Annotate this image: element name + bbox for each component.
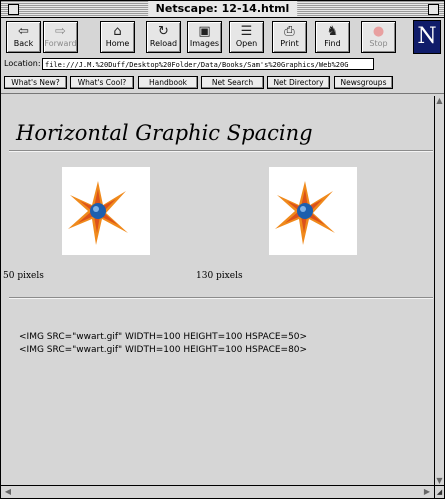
- scroll-up-arrow-icon[interactable]: ▲: [435, 96, 444, 105]
- zoom-box[interactable]: [428, 4, 439, 15]
- horizontal-scrollbar[interactable]: ◀ ▶: [1, 485, 434, 498]
- title-bar[interactable]: Netscape: 12-14.html: [1, 1, 444, 18]
- back-arrow-icon: ⇦: [18, 24, 29, 39]
- net-directory-button[interactable]: Net Directory: [267, 76, 330, 89]
- location-bar: Location: file:///J.M.%20Duff/Desktop%20…: [1, 57, 444, 73]
- star-burst-image: [275, 181, 335, 245]
- scroll-down-arrow-icon[interactable]: ▼: [435, 476, 444, 485]
- reload-icon: ↻: [158, 24, 169, 39]
- find-label: Find: [324, 39, 341, 48]
- handbook-button[interactable]: Handbook: [138, 76, 198, 89]
- home-button[interactable]: ⌂ Home: [100, 21, 135, 53]
- page-heading: Horizontal Graphic Spacing: [16, 121, 313, 145]
- location-label: Location:: [4, 59, 41, 68]
- images-button[interactable]: ▣ Images: [187, 21, 222, 53]
- forward-button[interactable]: ⇨ Forward: [43, 21, 78, 53]
- stop-button[interactable]: ● Stop: [361, 21, 396, 53]
- code-line-2: <IMG SRC="wwart.gif" WIDTH=100 HEIGHT=10…: [19, 345, 308, 355]
- location-field[interactable]: file:///J.M.%20Duff/Desktop%20Folder/Dat…: [42, 58, 374, 70]
- close-box[interactable]: [8, 4, 19, 15]
- resize-grow-box[interactable]: ◢: [434, 485, 444, 498]
- horizontal-rule-bottom: [9, 297, 433, 299]
- horizontal-rule-top: [9, 150, 433, 152]
- stop-label: Stop: [369, 39, 388, 48]
- forward-arrow-icon: ⇨: [55, 24, 66, 39]
- home-label: Home: [105, 39, 130, 48]
- vertical-scrollbar[interactable]: ▲ ▼: [434, 96, 444, 485]
- net-search-button[interactable]: Net Search: [201, 76, 264, 89]
- star-graphic-right: [269, 167, 357, 255]
- print-icon: ⎙: [284, 24, 295, 39]
- newsgroups-button[interactable]: Newsgroups: [334, 76, 393, 89]
- back-button[interactable]: ⇦ Back: [6, 21, 41, 53]
- whats-new-button[interactable]: What's New?: [4, 76, 67, 89]
- open-button[interactable]: ☰ Open: [229, 21, 264, 53]
- scroll-left-arrow-icon[interactable]: ◀: [3, 486, 13, 498]
- star-graphic-left: [62, 167, 150, 255]
- images-icon: ▣: [198, 24, 211, 39]
- netscape-logo[interactable]: N: [413, 20, 441, 54]
- browser-window: Netscape: 12-14.html ⇦ Back ⇨ Forward ⌂ …: [0, 0, 445, 499]
- star-burst-image: [68, 181, 128, 245]
- back-label: Back: [13, 39, 34, 48]
- caption-50-pixels: 50 pixels: [3, 271, 44, 281]
- images-label: Images: [189, 39, 220, 48]
- window-title: Netscape: 12-14.html: [147, 1, 298, 17]
- find-button[interactable]: ♞ Find: [315, 21, 350, 53]
- scroll-right-arrow-icon[interactable]: ▶: [422, 486, 432, 498]
- print-label: Print: [280, 39, 299, 48]
- code-line-1: <IMG SRC="wwart.gif" WIDTH=100 HEIGHT=10…: [19, 332, 308, 342]
- print-button[interactable]: ⎙ Print: [272, 21, 307, 53]
- reload-button[interactable]: ↻ Reload: [146, 21, 181, 53]
- page-content: Horizontal Graphic Spacing 50 pixels 130…: [1, 96, 434, 485]
- open-icon: ☰: [240, 24, 253, 39]
- navigation-toolbar: ⇦ Back ⇨ Forward ⌂ Home ↻ Reload ▣ Image…: [1, 18, 444, 56]
- whats-cool-button[interactable]: What's Cool?: [70, 76, 134, 89]
- directory-buttons: What's New? What's Cool? Handbook Net Se…: [1, 75, 444, 93]
- stop-icon: ●: [372, 24, 385, 39]
- home-icon: ⌂: [113, 24, 122, 39]
- resize-grip-icon: ◢: [436, 488, 443, 496]
- open-label: Open: [235, 39, 258, 48]
- reload-label: Reload: [149, 39, 178, 48]
- forward-label: Forward: [44, 39, 77, 48]
- find-icon: ♞: [326, 24, 339, 39]
- caption-130-pixels: 130 pixels: [196, 271, 243, 281]
